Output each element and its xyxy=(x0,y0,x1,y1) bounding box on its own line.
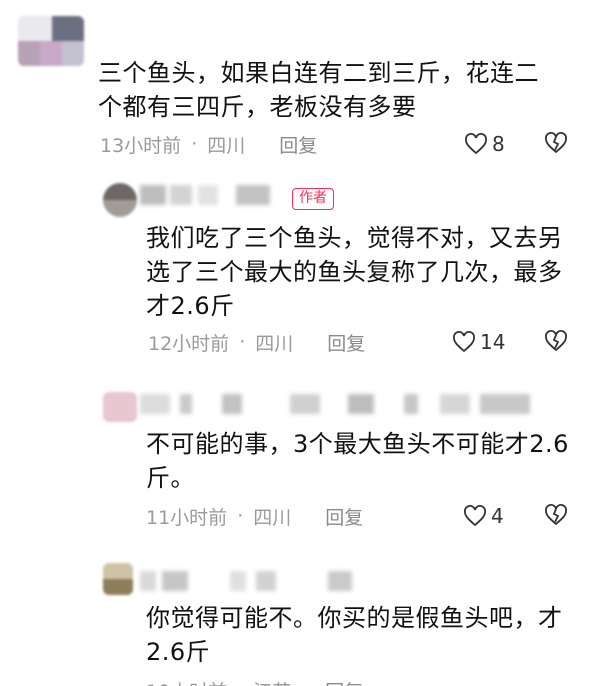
username-blurred[interactable] xyxy=(140,571,360,591)
ip-region: 四川 xyxy=(207,134,246,157)
comment-text-line: 三个鱼头，如果白连有二到三斤，花连二 xyxy=(98,59,539,87)
avatar[interactable] xyxy=(103,563,133,595)
like-count: 4 xyxy=(491,504,504,528)
separator-dot: · xyxy=(237,679,243,686)
comment-meta: 12小时前 · 四川 回复 xyxy=(148,329,365,355)
comment-text-line: 不可能的事，3个最大鱼头不可能才2.6 xyxy=(146,430,569,458)
broken-heart-icon xyxy=(545,132,567,154)
like-count: 8 xyxy=(492,132,505,156)
heart-outline-icon xyxy=(464,505,486,527)
reply-item: 你觉得可能不。你买的是假鱼头吧，才 2.6斤 10小时前 · 江苏 回复 xyxy=(0,555,600,686)
like-button[interactable]: 8 xyxy=(464,131,505,157)
avatar[interactable] xyxy=(103,392,137,422)
reply-button[interactable]: 回复 xyxy=(327,329,365,356)
avatar[interactable] xyxy=(103,183,137,217)
broken-heart-icon xyxy=(545,330,567,352)
reply-button[interactable]: 回复 xyxy=(325,503,363,530)
reply-button[interactable]: 回复 xyxy=(325,677,363,686)
like-button[interactable]: 4 xyxy=(463,503,504,529)
separator-dot: · xyxy=(191,133,198,155)
comment-meta: 10小时前 · 江苏 回复 xyxy=(146,677,363,686)
comment-text-line: 你觉得可能不。你买的是假鱼头吧，才 xyxy=(146,604,563,632)
like-button[interactable]: 14 xyxy=(452,329,505,355)
comment-text-line: 个都有三四斤，老板没有多要 xyxy=(98,93,417,121)
comment-meta: 11小时前 · 四川 回复 xyxy=(146,503,363,529)
username-blurred[interactable] xyxy=(140,394,535,414)
timestamp: 12小时前 xyxy=(148,332,230,355)
heart-outline-icon xyxy=(453,331,475,353)
like-count: 14 xyxy=(480,330,506,354)
comment-meta: 13小时前 · 四川 回复 xyxy=(100,131,317,157)
avatar[interactable] xyxy=(18,16,84,66)
reply-button[interactable]: 回复 xyxy=(279,131,317,158)
separator-dot: · xyxy=(239,331,246,353)
separator-dot: · xyxy=(237,505,244,527)
ip-region: 四川 xyxy=(253,506,292,529)
comment-text-line: 2.6斤 xyxy=(146,638,211,666)
username-blurred[interactable] xyxy=(140,185,280,205)
dislike-button[interactable] xyxy=(543,329,569,355)
broken-heart-icon xyxy=(545,504,567,526)
reply-item: 不可能的事，3个最大鱼头不可能才2.6 斤。 11小时前 · 四川 回复 4 xyxy=(0,382,600,532)
timestamp: 10小时前 xyxy=(146,677,227,686)
ip-region: 江苏 xyxy=(253,677,291,686)
comment-text-line: 才2.6斤 xyxy=(146,292,235,320)
author-badge: 作者 xyxy=(292,188,334,210)
reply-item: 作者 我们吃了三个鱼头，觉得不对，又去另 选了三个最大的鱼头复称了几次，最多 才… xyxy=(0,175,600,360)
comment-text: 不可能的事，3个最大鱼头不可能才2.6 斤。 xyxy=(146,427,569,495)
comment-text-line: 选了三个最大的鱼头复称了几次，最多 xyxy=(146,258,563,286)
heart-outline-icon xyxy=(465,133,487,155)
comment-text-line: 斤。 xyxy=(146,464,195,492)
ip-region: 四川 xyxy=(255,332,294,355)
comment-text: 我们吃了三个鱼头，觉得不对，又去另 选了三个最大的鱼头复称了几次，最多 才2.6… xyxy=(146,221,563,323)
comment-text: 你觉得可能不。你买的是假鱼头吧，才 2.6斤 xyxy=(146,601,563,669)
timestamp: 13小时前 xyxy=(100,134,182,157)
comment-item: 三个鱼头，如果白连有二到三斤，花连二 个都有三四斤，老板没有多要 13小时前 ·… xyxy=(0,0,600,170)
comment-text-line: 我们吃了三个鱼头，觉得不对，又去另 xyxy=(146,224,563,252)
dislike-button[interactable] xyxy=(543,503,569,529)
comment-text: 三个鱼头，如果白连有二到三斤，花连二 个都有三四斤，老板没有多要 xyxy=(98,56,539,124)
timestamp: 11小时前 xyxy=(146,506,228,529)
dislike-button[interactable] xyxy=(543,131,569,157)
